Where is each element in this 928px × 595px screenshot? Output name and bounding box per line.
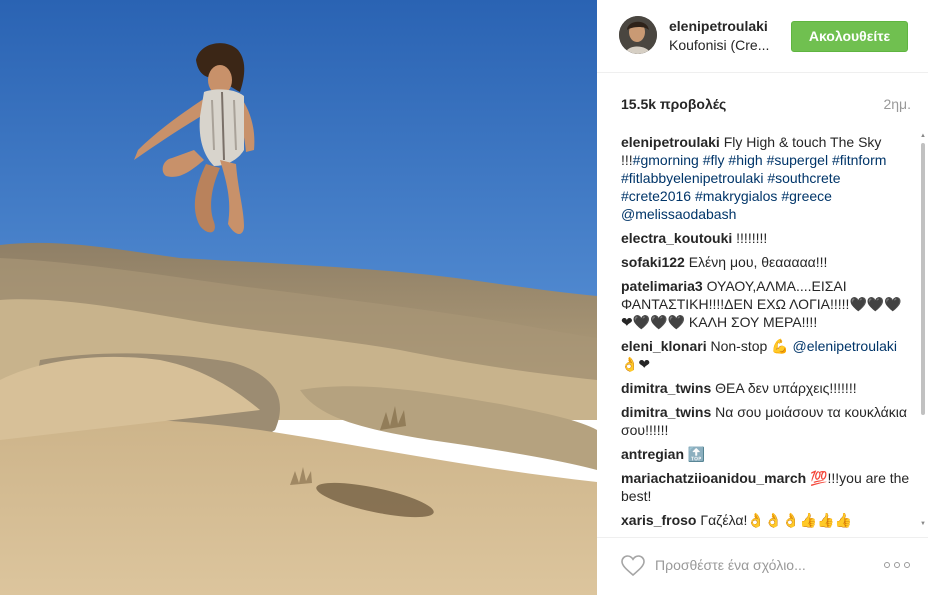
comment-username[interactable]: xaris_froso <box>621 512 696 528</box>
post-location[interactable]: Koufonisi (Cre... <box>669 37 769 53</box>
post-sidebar: elenipetroulaki Koufonisi (Cre... Ακολου… <box>597 0 928 595</box>
comment-row: electra_koutouki !!!!!!!! <box>621 229 911 247</box>
comment-text: Γαζέλα!👌👌👌👍👍👍 <box>700 512 852 528</box>
comment-username[interactable]: dimitra_twins <box>621 380 711 396</box>
post-time[interactable]: 2ημ. <box>883 96 911 112</box>
comment-username[interactable]: mariachatziioanidou_march <box>621 470 806 486</box>
mention-link[interactable]: @melissaodabash <box>621 206 736 222</box>
comment-row: mariachatziioanidou_march 💯!!!you are th… <box>621 469 911 505</box>
post-header: elenipetroulaki Koufonisi (Cre... Ακολου… <box>597 0 928 73</box>
scroll-thumb[interactable] <box>921 143 925 415</box>
heart-outline-icon[interactable] <box>621 555 645 577</box>
hashtag-link[interactable]: #fitlabbyelenipetroulaki <box>621 170 763 186</box>
hashtag-link[interactable]: #gmorning <box>633 152 699 168</box>
hashtag-link[interactable]: #fitnform <box>832 152 886 168</box>
comment-text: 🔝 <box>687 446 706 462</box>
comment-row: eleni_klonari Non-stop 💪 @elenipetroulak… <box>621 337 911 373</box>
hashtag-link[interactable]: #fly <box>703 152 725 168</box>
avatar[interactable] <box>619 16 657 54</box>
hashtag-link[interactable]: #supergel <box>767 152 829 168</box>
caption-username[interactable]: elenipetroulaki <box>621 134 720 150</box>
comment-text: Non-stop 💪 <box>710 338 789 354</box>
more-options-icon[interactable] <box>884 562 910 570</box>
comment-text-suffix: 👌❤ <box>621 356 651 372</box>
comment-username[interactable]: patelimaria3 <box>621 278 703 294</box>
comment-list[interactable]: elenipetroulaki Fly High & touch The Sky… <box>621 133 911 529</box>
scroll-down-arrow-icon[interactable]: ▼ <box>920 521 926 527</box>
comment-row: antregian 🔝 <box>621 445 911 463</box>
hashtag-link[interactable]: #makrygialos <box>695 188 777 204</box>
comment-username[interactable]: dimitra_twins <box>621 404 711 420</box>
following-button[interactable]: Ακολουθείτε <box>791 21 908 52</box>
comment-row: xaris_froso Γαζέλα!👌👌👌👍👍👍 <box>621 511 911 529</box>
mention-link[interactable]: @elenipetroulaki <box>793 338 898 354</box>
hashtag-link[interactable]: #greece <box>781 188 832 204</box>
comment-text: Ελένη μου, θεααααα!!! <box>688 254 828 270</box>
caption: elenipetroulaki Fly High & touch The Sky… <box>621 133 911 223</box>
comment-username[interactable]: sofaki122 <box>621 254 685 270</box>
beach-jump-photo <box>0 0 597 595</box>
comment-row: sofaki122 Ελένη μου, θεααααα!!! <box>621 253 911 271</box>
comments-scrollbar[interactable]: ▲ ▼ <box>920 133 926 527</box>
hashtag-link[interactable]: #high <box>728 152 762 168</box>
comment-username[interactable]: eleni_klonari <box>621 338 707 354</box>
scroll-up-arrow-icon[interactable]: ▲ <box>920 133 926 139</box>
hashtag-link[interactable]: #southcrete <box>767 170 840 186</box>
post-photo[interactable] <box>0 0 597 595</box>
comment-username[interactable]: electra_koutouki <box>621 230 732 246</box>
post-username[interactable]: elenipetroulaki <box>669 18 768 34</box>
comment-row: dimitra_twins Να σου μοιάσουν τα κουκλάκ… <box>621 403 911 439</box>
post-stats: 15.5k προβολές 2ημ. <box>621 96 911 116</box>
avatar-image <box>619 16 657 54</box>
comment-row: patelimaria3 ΟΥΑΟΥ,ΑΛΜΑ....ΕΙΣΑΙ ΦΑΝΤΑΣΤ… <box>621 277 911 331</box>
comment-input[interactable] <box>655 551 865 579</box>
hashtag-link[interactable]: #crete2016 <box>621 188 691 204</box>
comment-username[interactable]: antregian <box>621 446 684 462</box>
comment-text: ΘΕΑ δεν υπάρχεις!!!!!!! <box>715 380 857 396</box>
view-count: 15.5k προβολές <box>621 96 727 112</box>
comment-row: dimitra_twins ΘΕΑ δεν υπάρχεις!!!!!!! <box>621 379 911 397</box>
post-footer <box>597 537 928 595</box>
comment-text: !!!!!!!! <box>736 230 768 246</box>
